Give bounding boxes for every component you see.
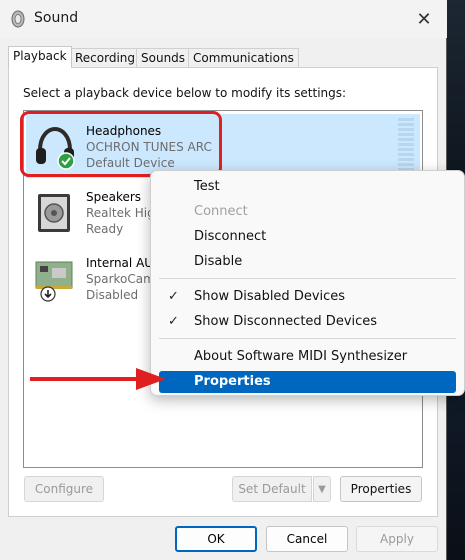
sound-card-icon (35, 261, 73, 302)
menu-item-label: Test (194, 179, 220, 194)
device-model: Realtek Hig (86, 206, 155, 220)
menu-item-label: Disable (194, 254, 243, 269)
tab-recording[interactable]: Recording (70, 48, 141, 68)
menu-item-connect[interactable]: Connect (159, 201, 456, 223)
menu-item-label: Show Disconnected Devices (194, 314, 378, 329)
menu-item-properties[interactable]: Properties (159, 371, 456, 393)
cancel-button[interactable]: Cancel (266, 526, 348, 552)
speaker-app-icon (11, 10, 25, 28)
checkmark-icon: ✓ (168, 314, 179, 329)
device-name: Speakers (86, 190, 142, 204)
close-icon: ✕ (416, 8, 432, 30)
close-button[interactable]: ✕ (404, 4, 444, 34)
volume-meter (398, 118, 414, 176)
context-menu: Test Connect Disconnect Disable ✓ Show D… (150, 170, 465, 396)
menu-item-label: Disconnect (194, 229, 267, 244)
menu-item-test[interactable]: Test (159, 176, 456, 198)
title-bar: Sound ✕ (0, 0, 447, 38)
menu-item-about-midi[interactable]: About Software MIDI Synthesizer (159, 346, 456, 368)
ok-button[interactable]: OK (175, 526, 257, 552)
apply-button[interactable]: Apply (356, 526, 438, 552)
device-name: Internal AU (86, 256, 154, 270)
chevron-down-icon: ▼ (318, 483, 326, 495)
instruction-text: Select a playback device below to modify… (23, 86, 347, 100)
menu-item-disable[interactable]: Disable (159, 251, 456, 273)
device-status: Disabled (86, 288, 139, 302)
tab-playback[interactable]: Playback (8, 46, 72, 68)
window-title: Sound (34, 10, 79, 26)
configure-button[interactable]: Configure (24, 476, 104, 502)
menu-item-label: Connect (194, 204, 248, 219)
tab-sounds[interactable]: Sounds (136, 48, 191, 68)
annotation-highlight (20, 111, 222, 177)
device-status: Ready (86, 222, 124, 236)
menu-item-show-disconnected[interactable]: ✓ Show Disconnected Devices (159, 311, 456, 333)
set-default-dropdown[interactable]: ▼ (313, 476, 331, 502)
tab-communications[interactable]: Communications (188, 48, 299, 68)
menu-separator (159, 338, 456, 339)
menu-item-show-disabled[interactable]: ✓ Show Disabled Devices (159, 286, 456, 308)
menu-item-label: Show Disabled Devices (194, 289, 346, 304)
menu-item-label: About Software MIDI Synthesizer (194, 349, 408, 364)
menu-item-disconnect[interactable]: Disconnect (159, 226, 456, 248)
annotation-arrow-icon (30, 368, 166, 390)
menu-separator (159, 278, 456, 279)
speaker-icon (38, 194, 70, 232)
menu-item-label: Properties (194, 374, 271, 389)
set-default-button[interactable]: Set Default (232, 476, 312, 502)
checkmark-icon: ✓ (168, 289, 179, 304)
properties-button[interactable]: Properties (340, 476, 422, 502)
device-model: SparkoCam (86, 272, 155, 286)
